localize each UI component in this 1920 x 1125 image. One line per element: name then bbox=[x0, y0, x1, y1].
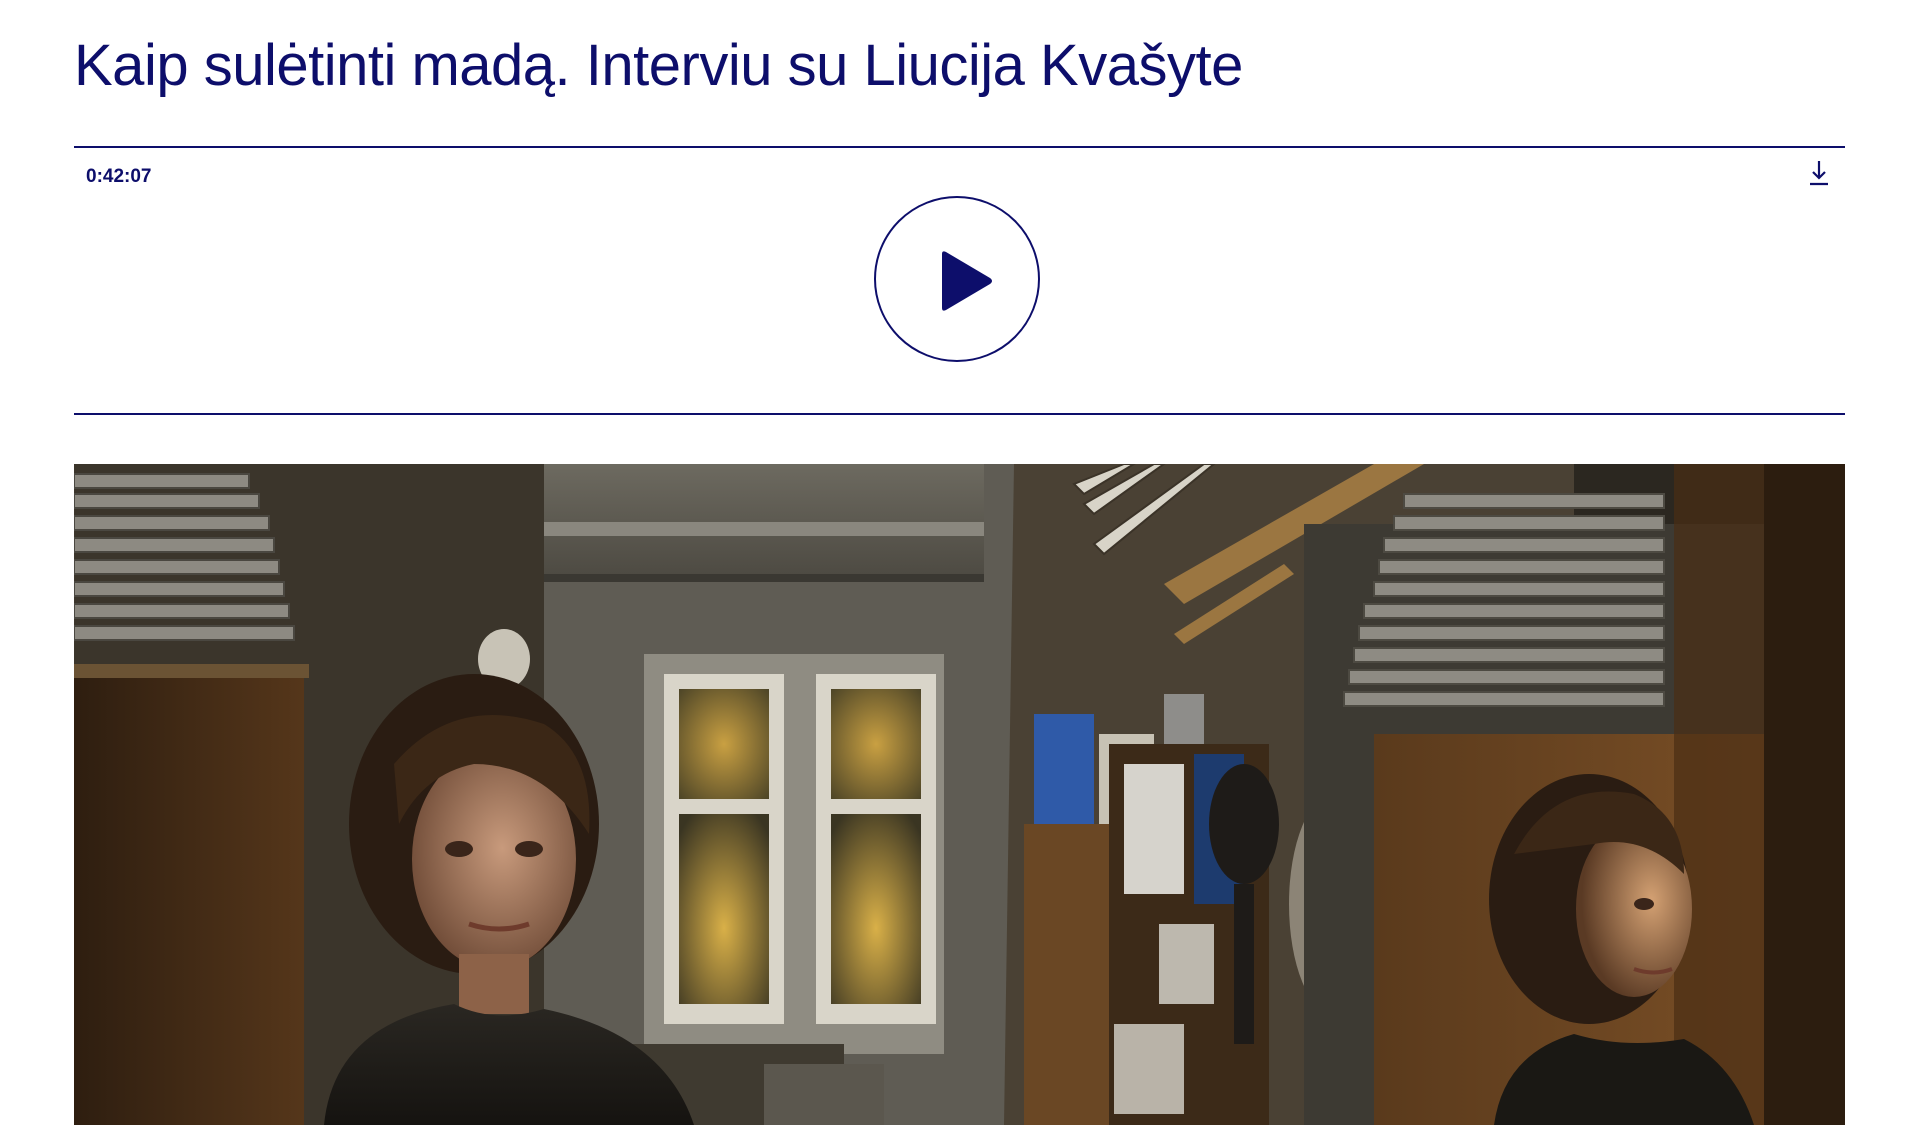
hero-photo bbox=[74, 464, 1845, 1125]
divider-bottom bbox=[74, 413, 1845, 415]
download-button[interactable] bbox=[1807, 158, 1831, 188]
audio-player: 0:42:07 bbox=[74, 148, 1845, 412]
audio-duration: 0:42:07 bbox=[86, 166, 152, 187]
download-icon bbox=[1810, 161, 1828, 186]
play-button[interactable] bbox=[874, 196, 1040, 362]
article-page: Kaip sulėtinti madą. Interviu su Liucija… bbox=[74, 0, 1845, 1125]
play-icon bbox=[942, 251, 992, 311]
article-title: Kaip sulėtinti madą. Interviu su Liucija… bbox=[74, 33, 1243, 98]
